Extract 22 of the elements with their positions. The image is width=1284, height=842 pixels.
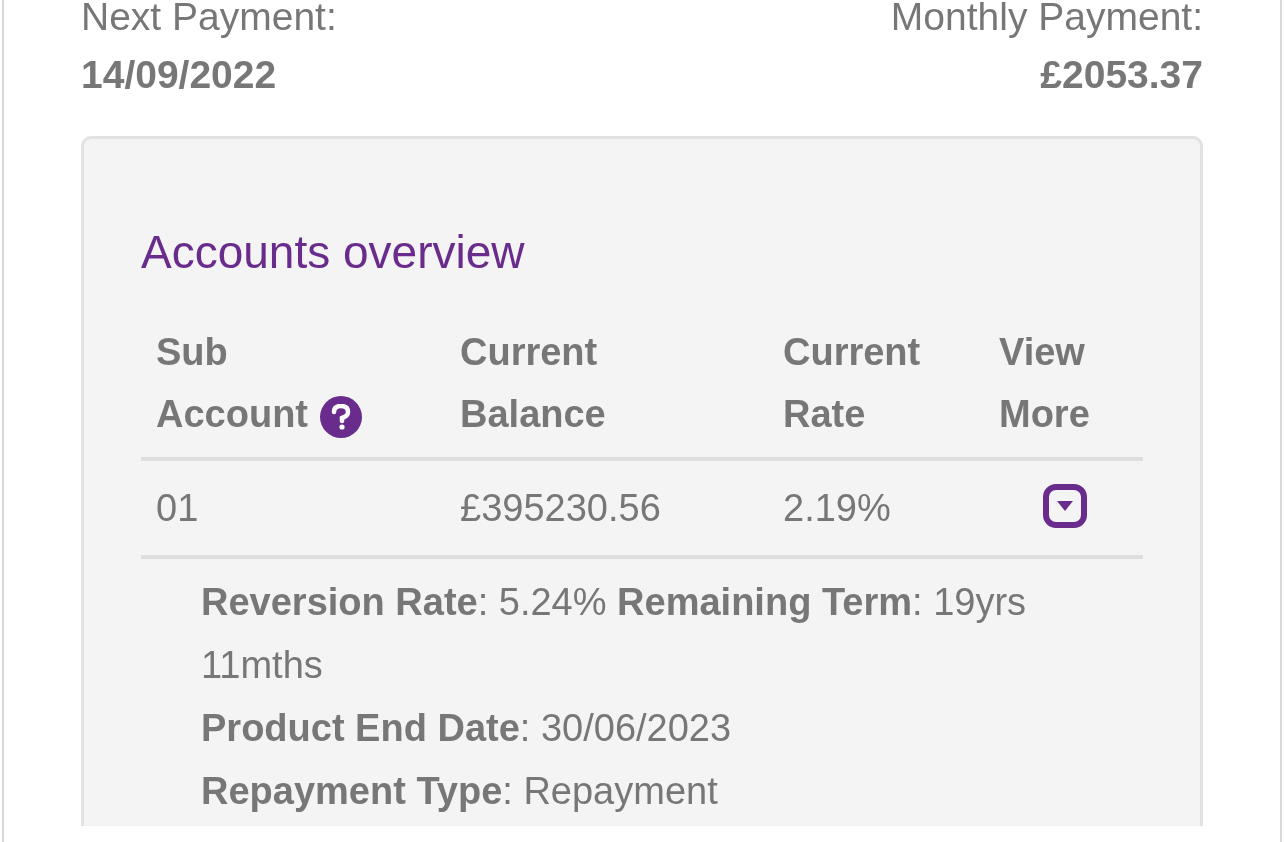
help-icon[interactable] [320, 395, 362, 438]
column-header-text: Account [156, 393, 308, 435]
table-cell-text: 01 [156, 486, 200, 530]
summary-value: £2053.37 [1040, 52, 1203, 98]
column-header-text: More [999, 393, 1090, 435]
caret-down-icon [1043, 484, 1087, 528]
detail-text: Repayment Type: Repayment [201, 769, 719, 814]
table-cell-text: 2.19% [783, 486, 892, 530]
column-header-text: View [999, 331, 1085, 373]
column-header-text: Current [783, 331, 921, 373]
section-title: Accounts overview [141, 225, 526, 280]
summary-label: Monthly Payment: [890, 0, 1203, 40]
detail-text: Reversion Rate: 5.24% Remaining Term: 19yrs 11mths [201, 580, 1028, 688]
summary-label: Next Payment: [81, 0, 337, 40]
detail-text: Product End Date: 30/06/2023 [201, 706, 733, 751]
summary-value: 14/09/2022 [81, 52, 277, 98]
table-cell-text: £395230.56 [460, 486, 662, 530]
column-header-text: Balance [460, 393, 606, 435]
column-header-text: Current [460, 331, 598, 373]
column-header-text: Sub [156, 331, 228, 373]
column-header-text: Rate [783, 393, 866, 435]
expand-toggle[interactable] [1043, 484, 1087, 528]
